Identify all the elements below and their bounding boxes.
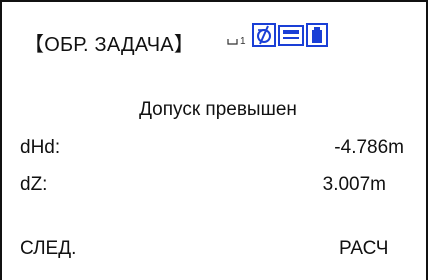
calculate-softkey[interactable]: РАСЧ [339, 237, 388, 261]
tolerance-warning-message: Допуск превышен [139, 99, 297, 120]
battery-icon [306, 23, 328, 52]
readout-label: dZ: [20, 174, 48, 195]
measure-mode-icon: 1 [226, 29, 250, 52]
instrument-screen: 【ОБР. ЗАДАЧА】 1 Допуск превышен dHd: -4.… [0, 0, 428, 280]
next-softkey[interactable]: СЛЕД. [20, 237, 76, 261]
readout-label: dHd: [20, 137, 61, 158]
readout-row-dhd: dHd: -4.786m [20, 136, 404, 160]
screen-title: 【ОБР. ЗАДАЧА】 [24, 34, 195, 56]
battery-level-icon [278, 23, 304, 52]
readout-value: 3.007m [322, 174, 386, 195]
measure-mode-label: 1 [240, 36, 246, 47]
no-prism-icon [252, 23, 276, 52]
readout-value: -4.786m [334, 137, 404, 158]
status-bar: 1 [226, 23, 330, 52]
readout-row-dz: dZ: 3.007m [20, 173, 404, 197]
